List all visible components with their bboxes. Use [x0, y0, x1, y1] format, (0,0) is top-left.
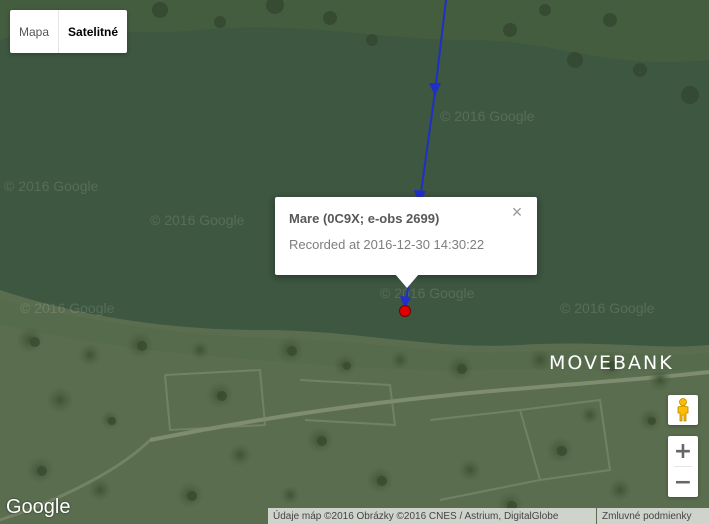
map-type-control: Mapa Satelitné [10, 10, 128, 53]
zoom-out-button[interactable]: − [668, 467, 698, 497]
zoom-control: + − [668, 436, 698, 497]
info-window-tail [395, 274, 419, 288]
info-window-title: Mare (0C9X; e-obs 2699) [289, 211, 440, 226]
zoom-in-button[interactable]: + [668, 436, 698, 466]
location-marker[interactable] [399, 305, 411, 317]
info-window-timestamp: Recorded at 2016-12-30 14:30:22 [289, 237, 485, 252]
pegman-icon [677, 398, 689, 422]
street-view-pegman-button[interactable] [668, 395, 698, 425]
terms-link[interactable]: Zmluvné podmienky [597, 508, 709, 524]
info-window: Mare (0C9X; e-obs 2699) Recorded at 2016… [275, 197, 537, 288]
track-arrow [429, 83, 441, 96]
map-data-attribution: Údaje máp ©2016 Obrázky ©2016 CNES / Ast… [268, 508, 596, 524]
movebank-logo: MOVEBANK [549, 352, 674, 374]
map-type-map-button[interactable]: Mapa [10, 10, 58, 53]
google-logo: Google [6, 496, 71, 518]
map-type-satellite-button[interactable]: Satelitné [59, 10, 127, 53]
close-icon[interactable]: × [509, 203, 525, 221]
